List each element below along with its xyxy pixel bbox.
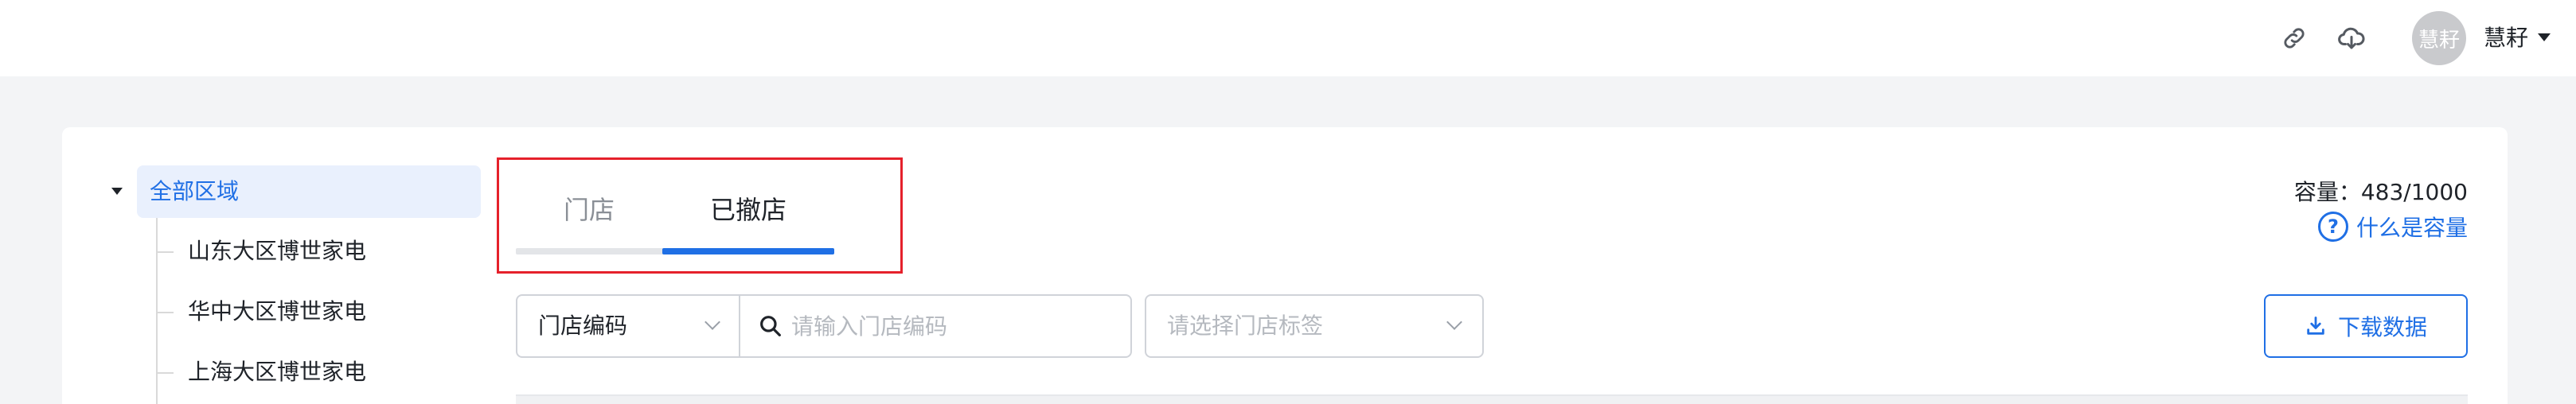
user-menu-caret-icon[interactable]: [2538, 33, 2551, 41]
chevron-down-icon: [704, 314, 720, 330]
tree-node-label[interactable]: 华中大区博世家电: [188, 288, 366, 336]
code-type-value: 门店编码: [538, 313, 628, 339]
store-tag-placeholder: 请选择门店标签: [1167, 313, 1324, 339]
what-is-capacity-label: 什么是容量: [2355, 215, 2468, 241]
tab-active-indicator: [662, 248, 834, 254]
tab-stores[interactable]: 门店: [564, 188, 615, 232]
tree-branch-line: [156, 251, 174, 253]
tree-connector: [156, 218, 158, 404]
tree-branch-line: [156, 372, 174, 374]
capacity-text: 容量：483/1000: [2293, 179, 2468, 205]
tree-expand-caret-icon[interactable]: [111, 188, 123, 195]
store-code-search[interactable]: [739, 294, 1132, 358]
tree-node-label[interactable]: 上海大区博世家电: [188, 348, 366, 396]
tree-node-all-regions[interactable]: 全部区域: [137, 165, 481, 218]
download-data-label: 下载数据: [2337, 314, 2427, 340]
table-header-edge: [516, 394, 2468, 404]
store-code-input[interactable]: [791, 304, 1118, 348]
tabs-highlight-frame: [497, 157, 903, 274]
what-is-capacity-link[interactable]: ? 什么是容量: [2317, 208, 2468, 245]
tree-node-label[interactable]: 山东大区博世家电: [188, 227, 366, 275]
avatar[interactable]: 慧耔: [2412, 11, 2466, 65]
cloud-download-icon[interactable]: [2336, 22, 2367, 54]
tab-closed-stores[interactable]: 已撤店: [710, 188, 786, 232]
help-circle-icon: ?: [2317, 212, 2348, 242]
chevron-down-icon: [1446, 314, 1462, 330]
username[interactable]: 慧耔: [2484, 22, 2528, 54]
tree-branch-line: [156, 312, 174, 313]
code-type-select[interactable]: 门店编码: [516, 294, 740, 358]
search-icon: [760, 316, 781, 336]
store-tag-select[interactable]: 请选择门店标签: [1145, 294, 1484, 358]
download-data-button[interactable]: 下载数据: [2264, 294, 2468, 358]
top-bar: 慧耔 慧耔: [0, 0, 2576, 76]
link-icon[interactable]: [2278, 22, 2310, 54]
download-icon: [2307, 317, 2324, 335]
